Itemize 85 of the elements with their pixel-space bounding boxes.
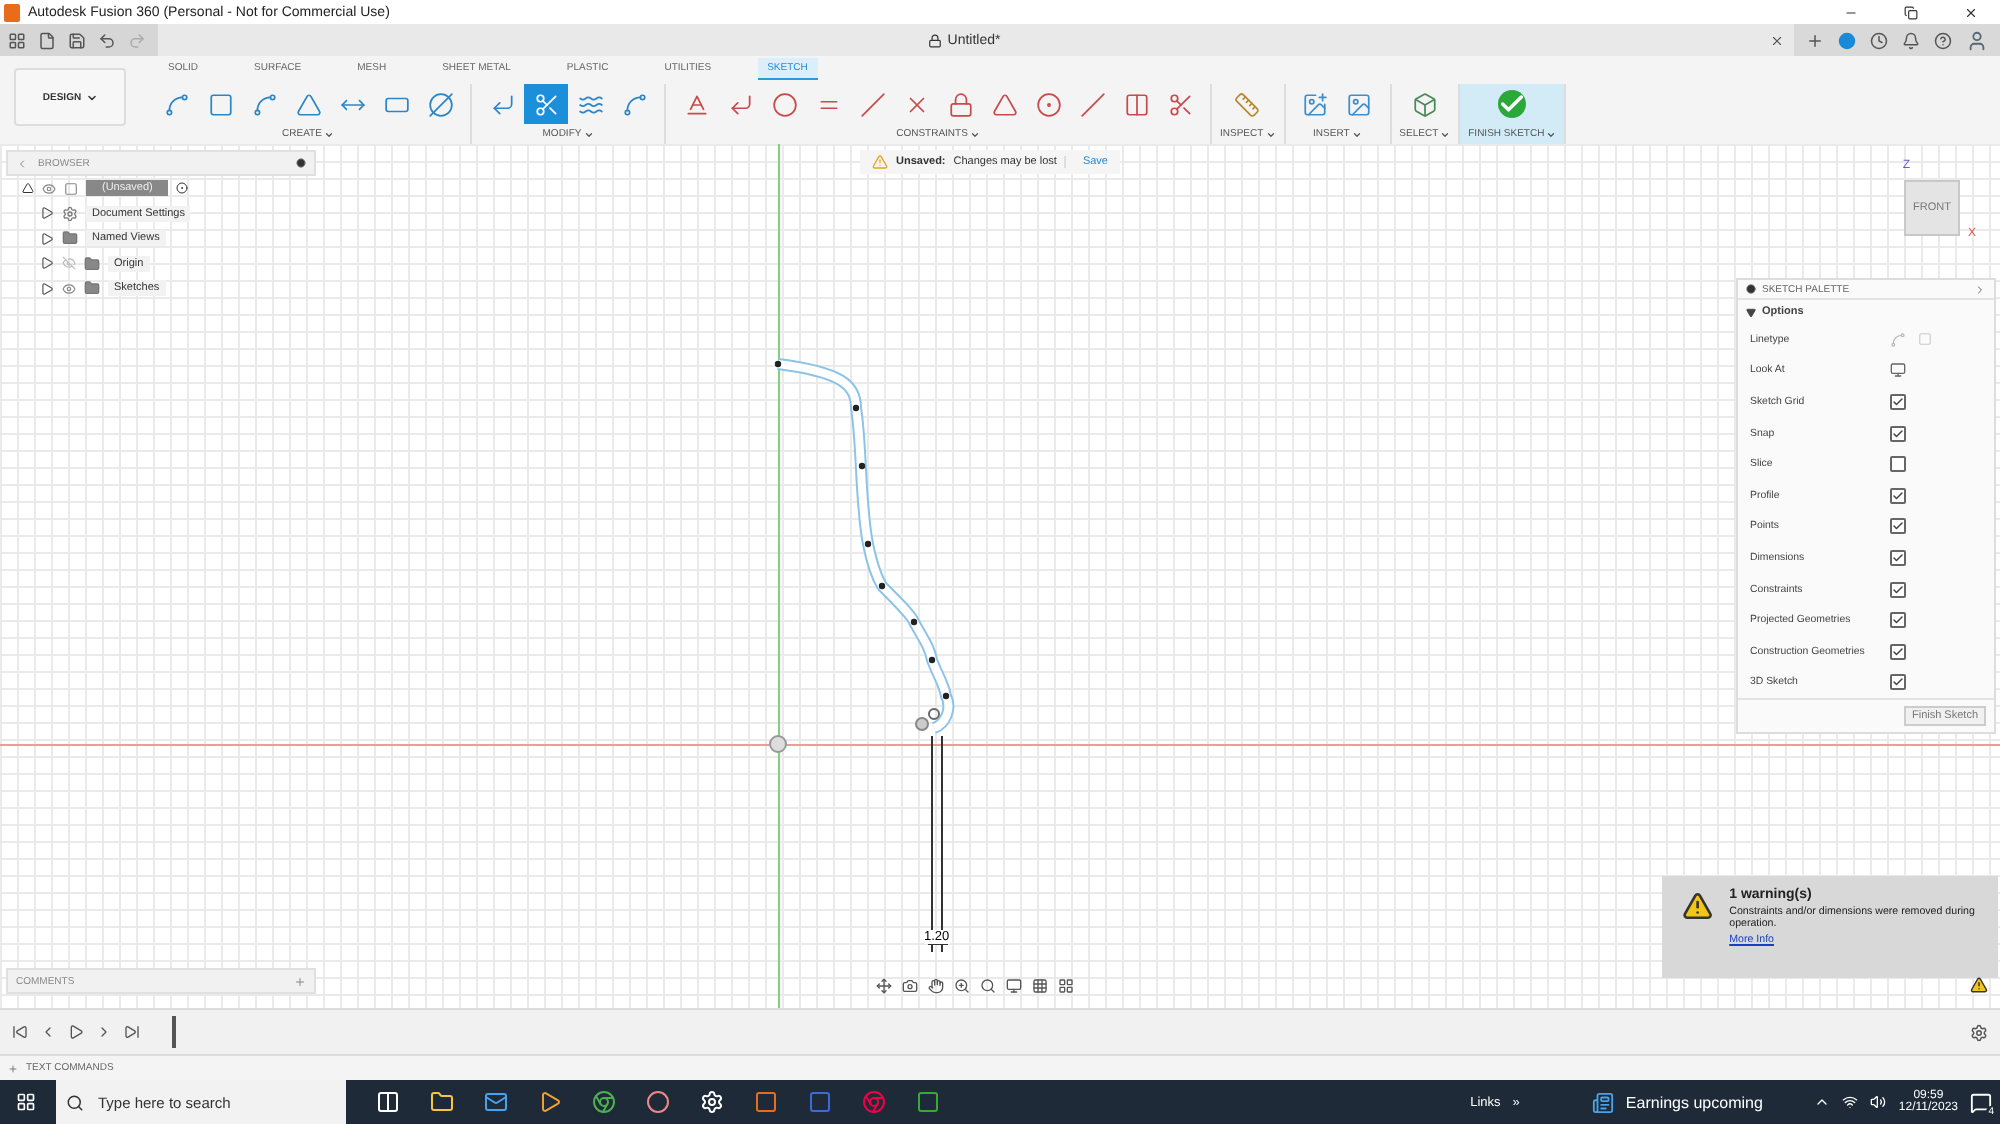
ruler-icon (1234, 91, 1261, 117)
circle-icon (427, 91, 453, 117)
start-icon[interactable] (16, 1092, 36, 1112)
caret-icon (1265, 129, 1276, 139)
warning-icon (1682, 888, 1714, 924)
scissors-icon (1167, 91, 1193, 117)
rectangle-icon (207, 91, 233, 117)
lock-icon (947, 91, 973, 117)
checkbox[interactable] (1890, 612, 1906, 629)
orbit-icon[interactable] (876, 978, 892, 994)
checkbox[interactable] (1890, 643, 1906, 660)
caret-icon (1440, 129, 1451, 139)
caret-icon (969, 129, 980, 139)
play-icon[interactable] (68, 1024, 84, 1040)
plus-icon[interactable] (1806, 31, 1824, 49)
image-icon (1302, 91, 1329, 117)
look-at-icon[interactable] (1890, 362, 1906, 379)
spline-icon (251, 91, 277, 117)
network-icon[interactable] (1842, 1094, 1859, 1110)
gear-icon (62, 205, 78, 222)
tray-icon[interactable] (1814, 1094, 1831, 1110)
polyline-icon (163, 91, 189, 117)
eye-icon (62, 281, 76, 296)
volume-icon[interactable] (1870, 1094, 1887, 1110)
add-icon[interactable] (8, 1063, 18, 1073)
triangle-icon (991, 91, 1017, 117)
curve-icon (621, 91, 647, 117)
caret-icon (323, 129, 334, 139)
save-icon[interactable] (68, 31, 86, 49)
clock-icon[interactable] (1870, 31, 1888, 49)
last-icon[interactable] (124, 1024, 140, 1040)
image-icon (1346, 91, 1373, 117)
zoom-icon[interactable] (980, 978, 996, 994)
scissors-icon (533, 91, 559, 117)
close-icon[interactable] (1770, 33, 1784, 47)
zoom-icon[interactable] (954, 978, 970, 994)
back-icon[interactable] (40, 1024, 56, 1040)
checkbox[interactable] (1890, 425, 1906, 442)
folder-icon (62, 230, 78, 247)
grid-menu-icon[interactable] (8, 31, 26, 49)
settings-icon[interactable] (1970, 1023, 1988, 1041)
warning-icon (872, 154, 888, 170)
app-logo-icon (4, 3, 20, 21)
cube-icon (1411, 91, 1438, 117)
caret-icon (1546, 129, 1557, 139)
checkbox[interactable] (1890, 487, 1906, 504)
folder-icon (84, 255, 100, 272)
timeline-marker[interactable] (172, 1016, 176, 1048)
grid-icon[interactable] (1058, 978, 1074, 994)
grid-icon[interactable] (1032, 978, 1048, 994)
checkbox[interactable] (1890, 549, 1906, 566)
triangle-icon (295, 91, 321, 117)
checkbox[interactable] (1890, 581, 1906, 598)
eye-icon (42, 181, 56, 196)
pan-icon[interactable] (928, 978, 944, 994)
check-icon (1498, 90, 1527, 118)
first-icon[interactable] (12, 1024, 28, 1040)
checkbox[interactable] (1890, 518, 1906, 535)
restore-icon (1903, 5, 1917, 19)
checkbox[interactable] (1890, 393, 1906, 410)
collapse-icon (16, 157, 28, 169)
caret-icon (1351, 129, 1362, 139)
checkbox[interactable] (1890, 456, 1906, 473)
lock-icon (927, 33, 942, 47)
collapse-icon (1746, 307, 1756, 317)
search-icon (66, 1093, 84, 1111)
undo-icon[interactable] (98, 31, 116, 49)
bell-icon[interactable] (1902, 31, 1920, 49)
tool-button[interactable] (524, 84, 568, 124)
origin-icon (768, 734, 788, 754)
warning-icon[interactable] (1970, 976, 1988, 994)
caret-icon (85, 91, 98, 103)
camera-icon[interactable] (902, 978, 918, 994)
news-label[interactable]: Earnings upcoming (1625, 1093, 1763, 1111)
eye-icon (62, 256, 76, 271)
news-icon (1591, 1091, 1614, 1113)
close-icon (1963, 5, 1977, 19)
folder-icon (84, 280, 100, 297)
checkbox[interactable] (1890, 674, 1906, 691)
file-icon[interactable] (38, 31, 56, 49)
display-icon[interactable] (1006, 978, 1022, 994)
avatar-icon[interactable] (1966, 29, 1988, 51)
help-icon[interactable] (1934, 31, 1952, 49)
forward-icon[interactable] (96, 1024, 112, 1040)
caret-icon (583, 129, 594, 139)
